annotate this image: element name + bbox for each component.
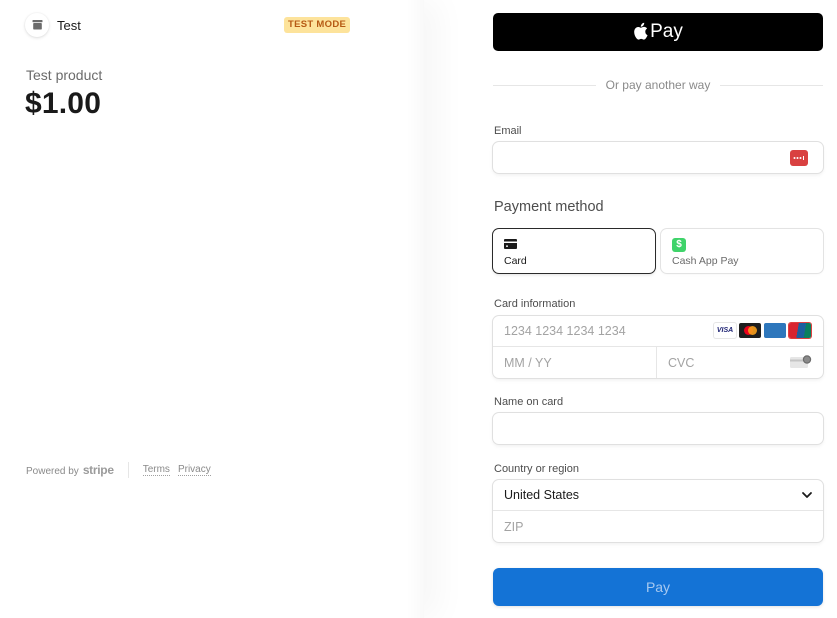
order-summary-panel: Test TEST MODE Test product $1.00 Powere… (0, 0, 424, 618)
card-icon (504, 239, 517, 249)
pay-button-label: Pay (645, 579, 671, 595)
powered-by-label: Powered by (26, 466, 79, 477)
divider-line (720, 84, 823, 86)
cvc-icon (790, 355, 812, 368)
divider-text: Or pay another way (605, 78, 711, 92)
apple-icon (634, 22, 648, 40)
apple-pay-button[interactable]: Pay (493, 13, 823, 51)
zip-input[interactable] (493, 511, 823, 542)
country-group: United States (493, 480, 823, 542)
email-input[interactable] (493, 142, 823, 173)
test-mode-badge: TEST MODE (284, 17, 351, 33)
chevron-down-icon (802, 492, 812, 498)
merchant-name: Test (57, 17, 81, 33)
card-number-row: VISA (493, 316, 823, 347)
card-info-group: VISA (493, 316, 823, 378)
zip-row (493, 511, 823, 542)
payment-option-label: Card (504, 255, 527, 267)
amex-icon (764, 323, 786, 338)
card-info-label: Card information (494, 298, 576, 310)
footer-divider (127, 462, 129, 478)
country-label: Country or region (494, 463, 579, 475)
expiry-row (493, 347, 657, 378)
payment-option-label: Cash App Pay (672, 255, 739, 267)
footer: Powered by stripe Terms Privacy (26, 462, 219, 478)
name-on-card-label: Name on card (494, 396, 564, 408)
payment-option-cash-app[interactable]: $ Cash App Pay (661, 229, 823, 273)
email-field-container (493, 142, 823, 173)
product-price: $1.00 (25, 87, 102, 120)
card-brands: VISA (714, 323, 811, 338)
payment-option-card[interactable]: Card (493, 229, 655, 273)
merchant-header[interactable]: Test (25, 13, 81, 37)
country-select[interactable]: United States (493, 480, 823, 511)
name-on-card-input[interactable] (493, 413, 823, 444)
visa-icon: VISA (714, 323, 736, 338)
password-manager-icon[interactable] (790, 150, 808, 166)
product-name: Test product (26, 67, 103, 83)
apple-pay-label: Pay (650, 21, 683, 42)
store-icon (25, 13, 49, 37)
email-label: Email (494, 125, 522, 137)
payment-method-title: Payment method (494, 199, 604, 215)
powered-by-stripe[interactable]: Powered by stripe (26, 463, 114, 477)
privacy-link[interactable]: Privacy (177, 464, 211, 476)
name-field-container (493, 413, 823, 444)
pay-button[interactable]: Pay (493, 568, 823, 606)
country-value: United States (504, 488, 580, 502)
mastercard-icon (739, 323, 761, 338)
expiry-input[interactable] (493, 347, 656, 378)
or-divider: Or pay another way (493, 78, 823, 92)
cvc-row (657, 347, 823, 378)
divider-line (493, 84, 596, 86)
cash-app-icon: $ (672, 238, 686, 252)
unionpay-icon (789, 323, 811, 338)
terms-link[interactable]: Terms (142, 464, 170, 476)
stripe-logo: stripe (82, 463, 114, 477)
